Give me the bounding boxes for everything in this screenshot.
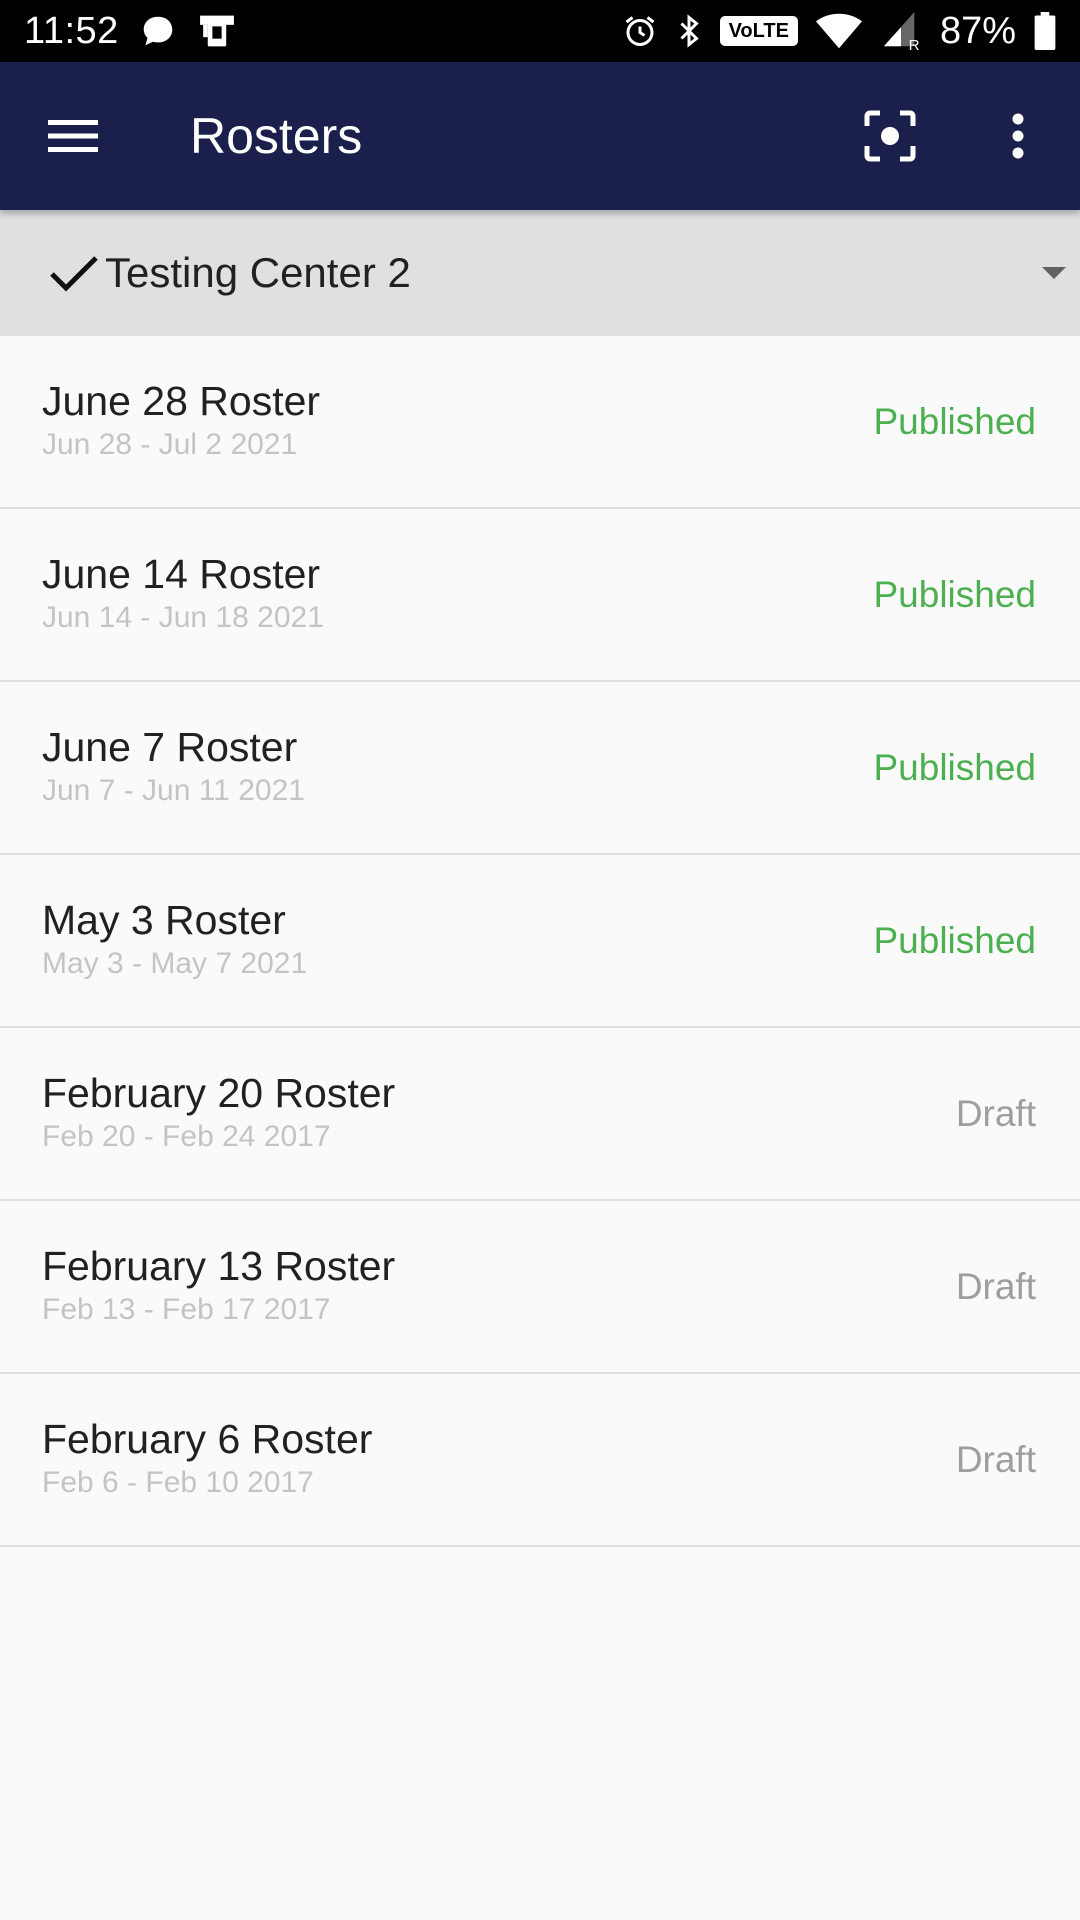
roster-status-badge: Published [873, 573, 1036, 615]
roaming-label: R [909, 37, 920, 50]
more-options-button[interactable] [994, 108, 1042, 164]
roster-list-item[interactable]: February 6 Roster Feb 6 - Feb 10 2017 Dr… [0, 1374, 1080, 1547]
roster-name: February 20 Roster [42, 1070, 396, 1116]
roster-status-badge: Draft [955, 1092, 1036, 1134]
battery-percent: 87% [939, 9, 1016, 52]
cell-signal-icon: R [880, 12, 922, 50]
bluetooth-icon [676, 13, 702, 49]
scan-button[interactable] [862, 108, 918, 164]
chevron-down-icon [1042, 267, 1066, 279]
roster-date-range: Feb 6 - Feb 10 2017 [42, 1466, 314, 1499]
wifi-icon [815, 13, 862, 49]
testing-center-dropdown[interactable]: Testing Center 2 [0, 210, 1080, 336]
roster-status-badge: Published [873, 746, 1036, 788]
roster-list: June 28 Roster Jun 28 - Jul 2 2021 Publi… [0, 336, 1080, 1547]
roster-date-range: May 3 - May 7 2021 [42, 947, 308, 980]
scan-icon [864, 110, 916, 162]
alarm-icon [622, 13, 658, 49]
roster-name: February 6 Roster [42, 1416, 373, 1462]
app-bar: Rosters [0, 62, 1080, 210]
roster-status-badge: Draft [955, 1438, 1036, 1480]
roster-date-range: Jun 7 - Jun 11 2021 [42, 774, 305, 807]
roster-list-item[interactable]: February 20 Roster Feb 20 - Feb 24 2017 … [0, 1028, 1080, 1201]
status-time: 11:52 [24, 9, 119, 52]
status-bar-right: VoLTE R 87% [622, 10, 1056, 53]
roster-name: February 13 Roster [42, 1243, 396, 1289]
status-bar: 11:52 VoLTE R 87% [0, 0, 1080, 62]
roster-name: May 3 Roster [42, 897, 286, 943]
roster-name: June 7 Roster [42, 724, 298, 770]
selected-testing-center: Testing Center 2 [105, 249, 411, 296]
volte-badge: VoLTE [719, 16, 798, 46]
roster-date-range: Feb 20 - Feb 24 2017 [42, 1120, 331, 1153]
chat-bubble-icon [139, 12, 177, 50]
roster-date-range: Feb 13 - Feb 17 2017 [42, 1293, 331, 1326]
status-bar-left: 11:52 [24, 10, 237, 53]
roster-list-item[interactable]: June 14 Roster Jun 14 - Jun 18 2021 Publ… [0, 509, 1080, 682]
roster-list-item[interactable]: June 28 Roster Jun 28 - Jul 2 2021 Publi… [0, 336, 1080, 509]
roster-status-badge: Published [873, 400, 1036, 442]
device-notification-icon [197, 12, 237, 50]
menu-button[interactable] [46, 112, 100, 160]
roster-name: June 14 Roster [42, 551, 321, 597]
roster-list-item[interactable]: February 13 Roster Feb 13 - Feb 17 2017 … [0, 1201, 1080, 1374]
roster-name: June 28 Roster [42, 378, 321, 424]
page-title: Rosters [190, 108, 363, 164]
roster-list-item[interactable]: May 3 Roster May 3 - May 7 2021 Publishe… [0, 855, 1080, 1028]
roster-date-range: Jun 28 - Jul 2 2021 [42, 428, 298, 461]
roster-status-badge: Draft [955, 1265, 1036, 1307]
roster-list-item[interactable]: June 7 Roster Jun 7 - Jun 11 2021 Publis… [0, 682, 1080, 855]
menu-icon [48, 120, 98, 152]
check-icon [48, 247, 100, 299]
more-vert-icon [1012, 113, 1024, 159]
roster-date-range: Jun 14 - Jun 18 2021 [42, 601, 324, 634]
roster-status-badge: Published [873, 919, 1036, 961]
battery-icon [1034, 12, 1056, 50]
